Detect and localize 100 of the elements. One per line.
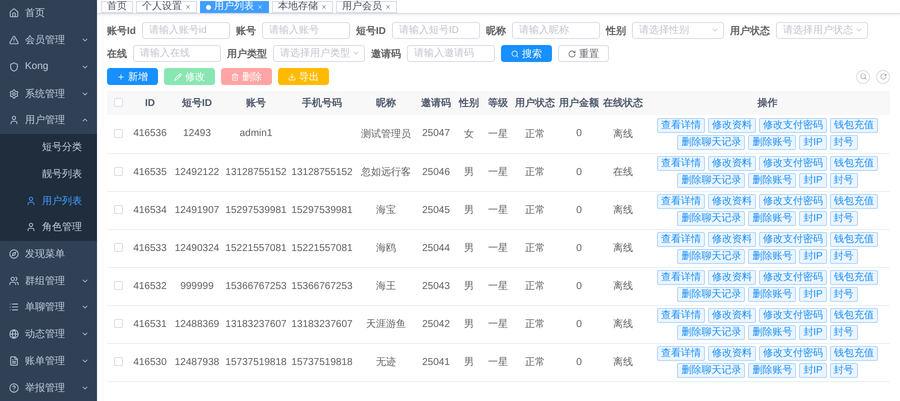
action-button[interactable]: 修改支付密码: [759, 270, 827, 285]
close-icon[interactable]: [185, 4, 191, 10]
checkbox[interactable]: [114, 98, 122, 108]
sidebar-item[interactable]: 举报管理: [0, 374, 97, 401]
action-button[interactable]: 封号: [830, 287, 858, 302]
sidebar-item[interactable]: 账单管理: [0, 348, 97, 374]
sidebar-item[interactable]: 单聊管理: [0, 294, 97, 321]
sidebar-subitem[interactable]: 用户列表: [0, 187, 97, 214]
checkbox[interactable]: [114, 319, 122, 328]
close-icon[interactable]: [385, 4, 391, 10]
action-button[interactable]: 钱包充值: [830, 232, 878, 247]
action-button[interactable]: 查看详情: [657, 118, 705, 133]
sidebar-item[interactable]: 用户管理: [0, 106, 97, 134]
input-field[interactable]: 请输入昵称: [512, 22, 600, 39]
action-button[interactable]: 删除账号: [748, 211, 796, 226]
input-field[interactable]: 请输入邀请码: [407, 45, 495, 62]
action-button[interactable]: 删除账号: [748, 363, 796, 378]
input-field[interactable]: 请输入短号ID: [392, 22, 480, 39]
action-button[interactable]: 修改支付密码: [759, 232, 827, 247]
tab[interactable]: 个人设置: [136, 1, 197, 13]
action-button[interactable]: 删除聊天记录: [677, 363, 746, 378]
export-button[interactable]: 导出: [278, 68, 329, 85]
search-toggle-button[interactable]: [856, 70, 870, 84]
action-button[interactable]: 钱包充值: [830, 346, 878, 361]
action-button[interactable]: 封号: [830, 134, 858, 150]
input-field[interactable]: 请输入在线: [133, 45, 221, 62]
action-button[interactable]: 删除聊天记录: [677, 287, 746, 302]
sidebar-item[interactable]: 系统管理: [0, 80, 97, 107]
select-field[interactable]: 请选择用户状态: [776, 22, 868, 39]
action-button[interactable]: 修改支付密码: [759, 346, 827, 361]
action-button[interactable]: 修改支付密码: [759, 156, 827, 171]
action-button[interactable]: 钱包充值: [830, 194, 878, 209]
sidebar-item[interactable]: 首页: [0, 0, 97, 27]
action-button[interactable]: 修改资料: [708, 156, 756, 171]
select-field[interactable]: 请选择用户类型: [273, 45, 365, 62]
action-button[interactable]: 修改资料: [708, 308, 756, 323]
action-button[interactable]: 封IP: [799, 325, 827, 340]
action-button[interactable]: 查看详情: [657, 308, 705, 323]
action-button[interactable]: 钱包充值: [830, 308, 878, 323]
action-button[interactable]: 封号: [830, 173, 858, 188]
checkbox[interactable]: [114, 357, 122, 366]
action-button[interactable]: 封IP: [799, 287, 827, 302]
action-button[interactable]: 删除聊天记录: [677, 211, 746, 226]
action-button[interactable]: 修改资料: [708, 346, 756, 361]
action-button[interactable]: 封号: [830, 325, 858, 340]
action-button[interactable]: 查看详情: [657, 194, 705, 209]
checkbox[interactable]: [114, 129, 122, 138]
reset-button[interactable]: 重置: [558, 45, 609, 62]
sidebar-item[interactable]: 会员管理: [0, 26, 97, 54]
search-button[interactable]: 搜索: [501, 45, 552, 62]
sidebar-subitem[interactable]: 短号分类: [0, 134, 97, 160]
tab[interactable]: 用户会员: [336, 1, 397, 13]
action-button[interactable]: 删除账号: [748, 325, 796, 340]
action-button[interactable]: 删除聊天记录: [677, 173, 746, 188]
action-button[interactable]: 删除账号: [748, 173, 796, 188]
input-field[interactable]: 请输入账号: [262, 22, 350, 39]
add-button[interactable]: 新增: [107, 68, 158, 85]
sidebar-item[interactable]: 动态管理: [0, 320, 97, 348]
action-button[interactable]: 删除聊天记录: [677, 134, 746, 150]
input-field[interactable]: 请输入账号id: [142, 22, 230, 39]
action-button[interactable]: 封IP: [799, 173, 827, 188]
action-button[interactable]: 封IP: [799, 363, 827, 378]
action-button[interactable]: 删除聊天记录: [677, 249, 746, 264]
action-button[interactable]: 封IP: [799, 134, 827, 150]
action-button[interactable]: 封号: [830, 249, 858, 264]
action-button[interactable]: 查看详情: [657, 156, 705, 171]
action-button[interactable]: 查看详情: [657, 346, 705, 361]
action-button[interactable]: 修改资料: [708, 118, 756, 133]
action-button[interactable]: 修改资料: [708, 232, 756, 247]
action-button[interactable]: 钱包充值: [830, 156, 878, 171]
tab[interactable]: 本地存储: [272, 1, 333, 13]
tab[interactable]: 首页: [101, 1, 133, 13]
action-button[interactable]: 修改资料: [708, 194, 756, 209]
checkbox[interactable]: [114, 205, 122, 214]
select-field[interactable]: 请选择性别: [632, 22, 724, 39]
action-button[interactable]: 删除聊天记录: [677, 325, 746, 340]
action-button[interactable]: 封IP: [799, 211, 827, 226]
action-button[interactable]: 删除账号: [748, 287, 796, 302]
checkbox[interactable]: [114, 243, 122, 252]
action-button[interactable]: 删除账号: [748, 249, 796, 264]
action-button[interactable]: 钱包充值: [830, 118, 878, 133]
sidebar-subitem[interactable]: 靓号列表: [0, 160, 97, 188]
sidebar-item[interactable]: 发现菜单: [0, 240, 97, 268]
checkbox[interactable]: [114, 281, 122, 290]
action-button[interactable]: 钱包充值: [830, 270, 878, 285]
refresh-button[interactable]: [876, 70, 890, 84]
checkbox[interactable]: [114, 167, 122, 176]
tab[interactable]: 用户列表: [200, 1, 269, 13]
action-button[interactable]: 查看详情: [657, 232, 705, 247]
sidebar-item[interactable]: Kong: [0, 53, 97, 80]
action-button[interactable]: 修改支付密码: [759, 308, 827, 323]
action-button[interactable]: 查看详情: [657, 270, 705, 285]
action-button[interactable]: 封IP: [799, 249, 827, 264]
action-button[interactable]: 封号: [830, 363, 858, 378]
action-button[interactable]: 修改支付密码: [759, 194, 827, 209]
action-button[interactable]: 修改资料: [708, 270, 756, 285]
action-button[interactable]: 封号: [830, 211, 858, 226]
action-button[interactable]: 删除账号: [748, 134, 796, 150]
action-button[interactable]: 修改支付密码: [759, 118, 827, 133]
sidebar-subitem[interactable]: 角色管理: [0, 214, 97, 241]
